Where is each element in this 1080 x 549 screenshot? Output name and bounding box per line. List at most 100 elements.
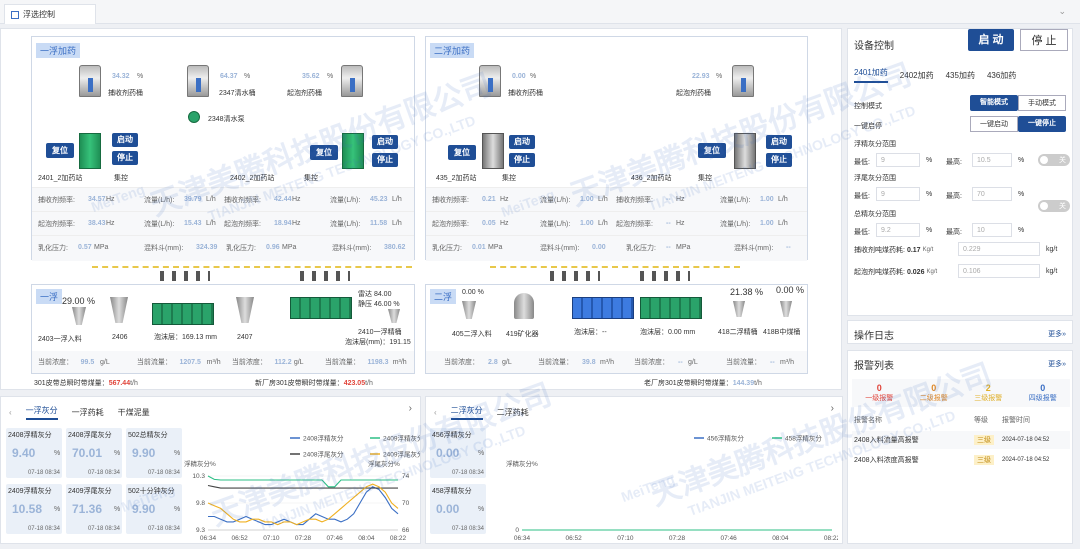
start-button[interactable]: 启动 [112, 133, 138, 147]
device-start-button[interactable]: 启 动 [968, 29, 1014, 51]
tab-2402[interactable]: 2402加药 [900, 70, 934, 81]
alarm-row[interactable]: 2408入料流量高报警 三级 2024-07-18 04:52 [852, 431, 1070, 449]
flotation-machine-icon [640, 297, 702, 319]
alarm-more-link[interactable]: 更多» [1048, 359, 1066, 369]
ash-card[interactable]: 502总精灰分 9.90% 07-18 08:34 [126, 428, 182, 478]
stats-row: 捕收剂频率: 0.21 Hz 流量(L/h): 1.00 L/h 捕收剂频率: … [426, 187, 807, 211]
card-unit: % [478, 506, 485, 513]
ash-card[interactable]: 2409浮尾灰分 71.36% 07-18 08:34 [66, 484, 122, 534]
log-more-link[interactable]: 更多» [1048, 329, 1066, 339]
tab-435[interactable]: 435加药 [946, 70, 975, 81]
device-stop-button[interactable]: 停 止 [1020, 29, 1068, 51]
pump-label: 2348清水泵 [208, 116, 245, 123]
onekey-start-button[interactable]: 一键启动 [970, 116, 1018, 132]
consume-input[interactable]: 0.229 [958, 242, 1040, 256]
ash-card[interactable]: 2409浮精灰分 10.58% 07-18 08:34 [6, 484, 62, 534]
stat-label: 当前浓度： [231, 359, 267, 366]
stats-row: 捕收剂频率: 34.57 Hz 流量(L/h): 39.79 L/h 捕收剂频率… [32, 187, 414, 211]
tab-436[interactable]: 436加药 [987, 70, 1016, 81]
tank-level: 22.93 [692, 73, 710, 80]
ash-card[interactable]: 456浮精灰分 0.00% 07-18 08:34 [430, 428, 486, 478]
alarm-level-1[interactable]: 0 一级报警 [852, 383, 907, 403]
stat-unit: m³/h [780, 358, 794, 366]
belt-label: 老厂房301皮带瞬时带煤量： [644, 380, 733, 387]
belt-value: 423.05 [343, 379, 366, 387]
tab-reagent-2[interactable]: 二浮药耗 [497, 407, 529, 418]
stat-value: 0.00 [592, 244, 606, 251]
y-tick-label: 9.3 [196, 527, 205, 534]
tab-reagent[interactable]: 一浮药耗 [72, 407, 104, 418]
tab-ash-2[interactable]: 二浮灰分 [450, 405, 483, 420]
reset-button[interactable]: 复位 [698, 143, 726, 158]
ash-card[interactable]: 502十分钟灰分 9.90% 07-18 08:34 [126, 484, 182, 534]
stop-button[interactable]: 停止 [372, 153, 398, 167]
stop-button[interactable]: 停止 [112, 151, 138, 165]
stat-label: 捕收剂频率: [38, 196, 75, 204]
stat-unit: g/L [100, 358, 110, 366]
alarm-level-2[interactable]: 0 二级报警 [907, 383, 962, 403]
flotation-panel-1: 一浮 29.00 % 2403一浮入料 2406 泡沫层：169.13 mm 2… [31, 284, 415, 374]
next-icon[interactable]: › [409, 403, 412, 414]
stat-value: 0.05 [482, 220, 496, 227]
start-button[interactable]: 启动 [766, 135, 792, 149]
card-value: 9.90 [132, 502, 156, 516]
tank-unit: % [716, 73, 723, 80]
ash-card[interactable]: 458浮精灰分 0.00% 07-18 08:34 [430, 484, 486, 534]
ash-tabs: ‹ 一浮灰分 一浮药耗 干煤泥量 [9, 405, 150, 420]
consume-input-unit: kg/t [1046, 246, 1058, 253]
middling-level: 0.00 % [776, 285, 805, 295]
panel-title: 设备控制 [854, 41, 894, 52]
prev-icon[interactable]: ‹ [9, 408, 12, 417]
range-high-label: 最高: [946, 229, 962, 236]
consume-input[interactable]: 0.106 [958, 264, 1040, 278]
flot-bottom-row: 当前浓度： 2.8 g/L 当前流量： 39.8 m³/h 当前浓度： -- g… [426, 351, 807, 373]
tab-slime[interactable]: 干煤泥量 [118, 407, 150, 418]
smart-mode-button[interactable]: 智能模式 [970, 95, 1018, 111]
x-tick-label: 07:28 [669, 535, 686, 542]
ash-card[interactable]: 2408浮精灰分 9.40% 07-18 08:34 [6, 428, 62, 478]
next-icon[interactable]: › [831, 403, 834, 414]
range-high-input[interactable]: 70 [972, 187, 1012, 201]
start-button[interactable]: 启动 [509, 135, 535, 149]
stat-label: 当前流量： [538, 359, 573, 366]
range-low-input[interactable]: 9 [876, 153, 920, 167]
range-title: 浮精灰分范围 [854, 141, 896, 148]
stat-value: 0.96 [266, 244, 280, 251]
tank-label: 起泡剂药桶 [287, 90, 322, 97]
range-unit: % [1018, 227, 1025, 234]
stat-unit: L/h [392, 196, 402, 203]
alarm-level-badge: 三级 [974, 455, 994, 465]
alarm-level-3[interactable]: 2 三级报警 [961, 383, 1016, 403]
reset-button[interactable]: 复位 [448, 145, 476, 160]
tab-2401[interactable]: 2401加药 [854, 67, 888, 83]
tab-ash[interactable]: 一浮灰分 [25, 405, 58, 420]
range-low-input[interactable]: 9 [876, 187, 920, 201]
range-toggle[interactable]: 关 [1038, 200, 1070, 212]
range-toggle[interactable]: 关 [1038, 154, 1070, 166]
onekey-stop-button[interactable]: 一键停止 [1018, 116, 1066, 132]
start-button[interactable]: 启动 [372, 135, 398, 149]
prev-icon[interactable]: ‹ [434, 408, 437, 417]
mineralizer-label: 419矿化器 [506, 331, 539, 338]
ash-card[interactable]: 2408浮尾灰分 70.01% 07-18 08:34 [66, 428, 122, 478]
x-tick-label: 08:22 [824, 535, 838, 542]
alarm-row[interactable]: 2408入料浓度高报警 三级 2024-07-18 04:52 [852, 451, 1070, 469]
stat-label: 混料斗(mm): [332, 244, 372, 252]
station-name: 2402_2加药站 [230, 175, 275, 182]
alarm-level-4[interactable]: 0 四级报警 [1016, 383, 1071, 403]
stop-button[interactable]: 停止 [509, 153, 535, 167]
reset-button[interactable]: 复位 [310, 145, 338, 160]
card-title: 502十分钟灰分 [128, 488, 175, 495]
manual-mode-button[interactable]: 手动模式 [1018, 95, 1066, 111]
collapse-icon[interactable]: ⌄ [1058, 6, 1066, 17]
reset-button[interactable]: 复位 [46, 143, 74, 158]
range-high-input[interactable]: 10.5 [972, 153, 1012, 167]
stat-label: 流量(L/h): [540, 196, 571, 204]
tab-flotation-control[interactable]: 浮选控制 [4, 4, 96, 24]
stat-label: 捕收剂频率: [616, 196, 653, 204]
range-low-input[interactable]: 9.2 [876, 223, 920, 237]
card-value: 0.00 [436, 502, 460, 516]
stat-unit: m³/h [392, 358, 407, 366]
stop-button[interactable]: 停止 [766, 153, 792, 167]
range-high-input[interactable]: 10 [972, 223, 1012, 237]
